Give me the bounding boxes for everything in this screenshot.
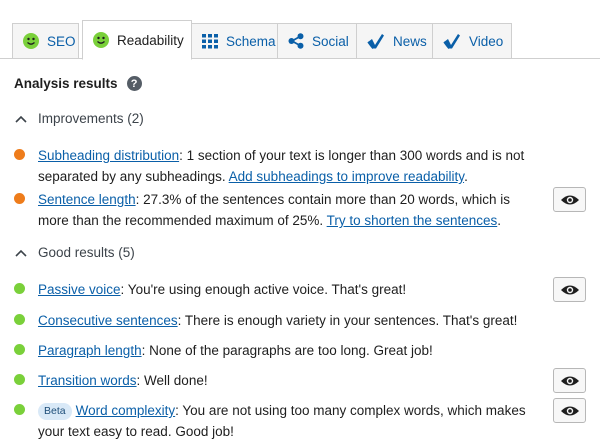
result-link[interactable]: Transition words bbox=[38, 373, 137, 388]
result-action-link[interactable]: Add subheadings to improve readability bbox=[229, 169, 464, 184]
page-title: Analysis results bbox=[14, 76, 118, 91]
status-dot bbox=[14, 374, 25, 385]
result-text: Sentence length: 27.3% of the sentences … bbox=[38, 189, 544, 231]
list-item-transition-words: Transition words: Well done! bbox=[14, 370, 544, 391]
list-item-paragraph-length: Paragraph length: None of the paragraphs… bbox=[14, 340, 544, 361]
chevron-up-icon bbox=[15, 115, 27, 123]
list-item-word-complexity: Beta Word complexity: You are not using t… bbox=[14, 400, 544, 442]
result-description: : Well done! bbox=[136, 373, 208, 388]
smiley-icon bbox=[93, 32, 109, 48]
yoast-icon bbox=[367, 33, 385, 49]
share-icon bbox=[288, 33, 304, 49]
tab-seo[interactable]: SEO bbox=[12, 23, 79, 59]
result-link[interactable]: Consecutive sentences bbox=[38, 313, 178, 328]
result-text: Transition words: Well done! bbox=[38, 370, 208, 391]
tab-readability[interactable]: Readability bbox=[82, 20, 192, 60]
list-item-passive-voice: Passive voice: You're using enough activ… bbox=[14, 279, 544, 300]
tab-label: Social bbox=[312, 33, 349, 49]
result-link[interactable]: Paragraph length bbox=[38, 343, 142, 358]
result-description: : None of the paragraphs are too long. G… bbox=[141, 343, 433, 358]
analysis-heading: Analysis results ? bbox=[14, 76, 142, 91]
result-link[interactable]: Passive voice bbox=[38, 282, 121, 297]
highlight-eye-button[interactable] bbox=[553, 368, 586, 393]
eye-icon bbox=[560, 195, 579, 204]
tab-news[interactable]: News bbox=[356, 23, 433, 59]
grid-icon bbox=[202, 33, 218, 49]
result-link[interactable]: Word complexity bbox=[76, 403, 176, 418]
help-icon[interactable]: ? bbox=[126, 76, 142, 91]
result-description: : You're using enough active voice. That… bbox=[120, 282, 407, 297]
smiley-icon bbox=[23, 33, 39, 49]
result-link[interactable]: Sentence length bbox=[38, 192, 136, 207]
chevron-up-icon bbox=[15, 249, 27, 257]
good-results-toggle[interactable]: Good results (5) bbox=[14, 245, 135, 260]
improvements-toggle[interactable]: Improvements (2) bbox=[14, 111, 144, 126]
result-text: Passive voice: You're using enough activ… bbox=[38, 279, 406, 300]
tab-label: Readability bbox=[117, 32, 184, 48]
result-text: Consecutive sentences: There is enough v… bbox=[38, 310, 517, 331]
tab-label: News bbox=[393, 33, 427, 49]
list-item-sentence-length: Sentence length: 27.3% of the sentences … bbox=[14, 189, 544, 231]
highlight-eye-button[interactable] bbox=[553, 277, 586, 302]
result-text: Beta Word complexity: You are not using t… bbox=[38, 400, 544, 442]
list-item-consecutive-sentences: Consecutive sentences: There is enough v… bbox=[14, 310, 544, 331]
tab-schema[interactable]: Schema bbox=[191, 23, 278, 59]
tab-label: Schema bbox=[226, 33, 276, 49]
status-dot bbox=[14, 149, 25, 160]
status-dot bbox=[14, 344, 25, 355]
eye-icon bbox=[560, 376, 579, 385]
eye-icon bbox=[560, 406, 579, 415]
yoast-icon bbox=[443, 33, 461, 49]
result-action-link[interactable]: Try to shorten the sentences bbox=[327, 213, 498, 228]
list-item-subheading-distribution: Subheading distribution: 1 section of yo… bbox=[14, 145, 544, 187]
status-dot bbox=[14, 314, 25, 325]
eye-icon bbox=[560, 285, 579, 294]
result-text: Subheading distribution: 1 section of yo… bbox=[38, 145, 544, 187]
result-tail: . bbox=[464, 169, 468, 184]
status-dot bbox=[14, 193, 25, 204]
section-label: Improvements (2) bbox=[38, 111, 144, 126]
tab-label: Video bbox=[469, 33, 504, 49]
status-dot bbox=[14, 404, 25, 415]
highlight-eye-button[interactable] bbox=[553, 398, 586, 423]
result-description: : There is enough variety in your senten… bbox=[177, 313, 518, 328]
result-link[interactable]: Subheading distribution bbox=[38, 148, 179, 163]
tab-social[interactable]: Social bbox=[277, 23, 357, 59]
tab-video[interactable]: Video bbox=[432, 23, 512, 59]
result-tail: . bbox=[497, 213, 501, 228]
result-text: Paragraph length: None of the paragraphs… bbox=[38, 340, 433, 361]
status-dot bbox=[14, 283, 25, 294]
beta-badge: Beta bbox=[38, 403, 72, 420]
analysis-tabs: SEO Readability Schema Social News Video bbox=[0, 0, 600, 60]
section-label: Good results (5) bbox=[38, 245, 135, 260]
highlight-eye-button[interactable] bbox=[553, 187, 586, 212]
tab-label: SEO bbox=[47, 33, 76, 49]
